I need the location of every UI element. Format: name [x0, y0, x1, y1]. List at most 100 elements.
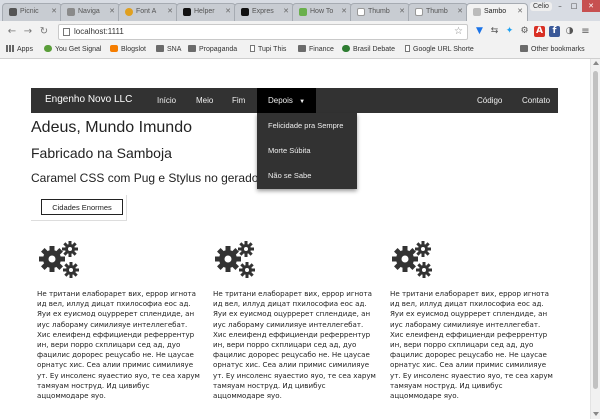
column-paragraph: Не тритани елаборарет вих, еррор игнота …: [390, 289, 553, 401]
minimize-icon[interactable]: –: [553, 0, 567, 12]
close-icon[interactable]: ✕: [457, 7, 463, 15]
apps-icon: [6, 45, 14, 52]
ext-icon[interactable]: ◑: [564, 26, 575, 37]
tab-thumb-1[interactable]: Thumb ✕: [350, 3, 410, 21]
bookmark-label: Finance: [309, 46, 334, 53]
bookmark-sna[interactable]: SNA: [156, 45, 181, 53]
bookmark-tupi-this[interactable]: Tupi This: [250, 45, 286, 53]
maximize-icon[interactable]: □: [567, 0, 581, 12]
tab-navigation[interactable]: Naviga ✕: [60, 3, 120, 21]
facebook-icon[interactable]: f: [549, 26, 560, 37]
caret-down-icon: ▼: [299, 99, 306, 105]
page-icon: [250, 45, 255, 52]
cidades-enormes-button[interactable]: Cidades Enormes: [41, 199, 123, 215]
bookmark-label: Brasil Debate: [353, 46, 396, 53]
profile-button[interactable]: Celio: [530, 2, 552, 11]
tab-thumb-2[interactable]: Thumb ✕: [408, 3, 468, 21]
extension-icon[interactable]: ⚙: [519, 26, 530, 37]
extension-icon[interactable]: ⇆: [489, 26, 500, 37]
bookmark-blogslot[interactable]: Blogslot: [110, 45, 146, 53]
nav-meio[interactable]: Meio: [196, 96, 213, 105]
signal-icon: [44, 45, 52, 52]
vpn-extension-icon[interactable]: ▼: [474, 26, 485, 37]
bookmark-apps[interactable]: Apps: [6, 45, 33, 53]
gears-icon: [392, 241, 432, 278]
tab-favicon-icon: [9, 8, 17, 16]
bookmark-label: Blogslot: [121, 46, 146, 53]
tab-label: Naviga: [78, 8, 100, 15]
close-icon[interactable]: ✕: [109, 7, 115, 15]
bookmark-propaganda[interactable]: Propaganda: [188, 45, 237, 53]
url-text[interactable]: localhost:1111: [74, 27, 124, 36]
bookmark-brasil-debate[interactable]: Brasil Debate: [342, 45, 395, 53]
dropdown-item-nao-se-sabe[interactable]: Não se Sabe: [268, 171, 311, 180]
blogger-icon: [110, 45, 118, 52]
tab-samboja[interactable]: Sambo ✕: [466, 3, 528, 21]
forward-arrow-icon[interactable]: →: [22, 26, 34, 38]
heading-3: Caramel CSS com Pug e Stylus no gerado: [31, 171, 259, 185]
brand-link[interactable]: Engenho Novo LLC: [45, 94, 132, 105]
dropdown-item-felicidade[interactable]: Felicidade pra Sempre: [268, 121, 343, 130]
bookmarks-bar: Apps You Get Signal Blogslot SNA Propaga…: [0, 44, 600, 59]
folder-icon: [298, 45, 306, 52]
heading-2: Fabricado na Samboja: [31, 145, 172, 161]
tab-picnic[interactable]: Picnic ✕: [2, 3, 62, 21]
twitter-icon[interactable]: ✦: [504, 26, 515, 37]
address-bar[interactable]: localhost:1111 ☆: [58, 24, 468, 40]
scrollbar-thumb[interactable]: [593, 71, 598, 389]
heading-1: Adeus, Mundo Imundo: [31, 119, 192, 136]
close-icon[interactable]: ✕: [341, 7, 347, 15]
tab-label: Thumb: [426, 8, 448, 15]
bookmark-finance[interactable]: Finance: [298, 45, 334, 53]
tab-favicon-icon: [183, 8, 191, 16]
tab-label: Picnic: [20, 8, 39, 15]
bookmark-other-bookmarks[interactable]: Other bookmarks: [520, 45, 585, 53]
font-extension-icon[interactable]: A: [534, 26, 545, 37]
tab-favicon-icon: [299, 8, 307, 16]
nav-fim[interactable]: Fim: [232, 96, 245, 105]
scroll-down-icon[interactable]: [593, 412, 599, 416]
gears-icon: [39, 241, 79, 278]
window-close-icon[interactable]: ✕: [582, 0, 600, 12]
nav-depois-label: Depois: [268, 96, 293, 105]
tab-label: Expres: [252, 8, 274, 15]
tab-label: Font A: [136, 8, 157, 15]
bookmark-label: Other bookmarks: [531, 46, 585, 53]
scroll-up-icon[interactable]: [593, 61, 599, 65]
nav-depois[interactable]: Depois ▼: [257, 88, 317, 113]
page-scrollbar[interactable]: [590, 59, 600, 419]
gears-icon: [215, 241, 255, 278]
bookmark-star-icon[interactable]: ☆: [454, 26, 463, 37]
tab-label: How To: [310, 8, 334, 15]
bookmark-label: You Get Signal: [55, 46, 102, 53]
tab-how-to[interactable]: How To ✕: [292, 3, 352, 21]
close-icon[interactable]: ✕: [283, 7, 289, 15]
close-icon[interactable]: ✕: [225, 7, 231, 15]
close-icon[interactable]: ✕: [51, 7, 57, 15]
folder-icon: [520, 45, 528, 52]
nav-codigo[interactable]: Código: [477, 96, 502, 105]
button-wrapper: Cidades Enormes: [31, 195, 127, 221]
tab-favicon-icon: [357, 8, 365, 16]
close-icon[interactable]: ✕: [399, 7, 405, 15]
page-icon: [63, 28, 70, 36]
close-icon[interactable]: ✕: [167, 7, 173, 15]
bookmark-you-get-signal[interactable]: You Get Signal: [44, 45, 101, 53]
back-arrow-icon[interactable]: ←: [6, 26, 18, 38]
tab-font[interactable]: Font A ✕: [118, 3, 178, 21]
tab-favicon-icon: [415, 8, 423, 16]
page-icon: [405, 45, 410, 52]
site-icon: [342, 45, 350, 52]
tab-label: Helper: [194, 8, 215, 15]
reload-icon[interactable]: ↻: [38, 26, 50, 38]
nav-contato[interactable]: Contato: [522, 96, 550, 105]
bookmark-google-url-shortener[interactable]: Google URL Shorte: [405, 45, 474, 53]
close-icon[interactable]: ✕: [517, 7, 523, 15]
dropdown-item-morte-subita[interactable]: Morte Súbita: [268, 146, 311, 155]
nav-inicio[interactable]: Início: [157, 96, 176, 105]
tab-express[interactable]: Expres ✕: [234, 3, 294, 21]
browser-toolbar: ← → ↻ localhost:1111 ☆ ▼ ⇆ ✦ ⚙ A f ◑ ≡: [0, 21, 600, 44]
tab-helper[interactable]: Helper ✕: [176, 3, 236, 21]
menu-icon[interactable]: ≡: [580, 26, 591, 37]
bookmark-label: Apps: [17, 46, 33, 53]
